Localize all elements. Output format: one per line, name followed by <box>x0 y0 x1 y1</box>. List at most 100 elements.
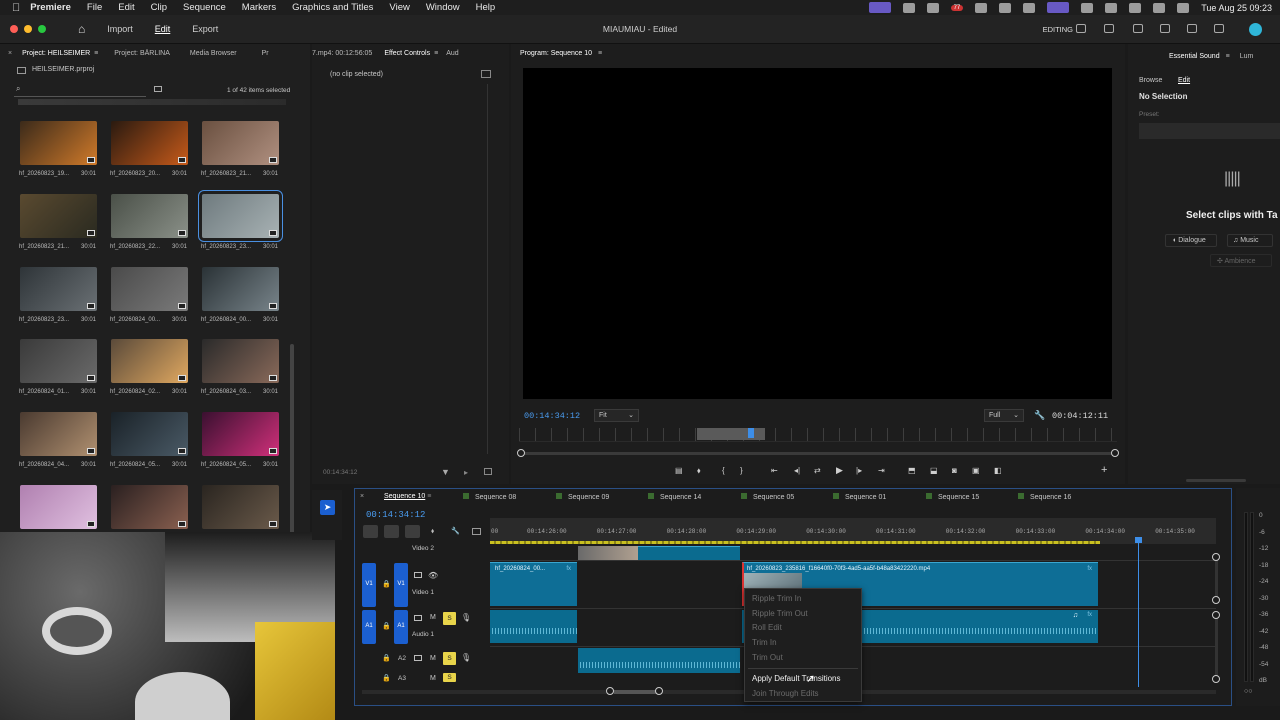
tab-project-barlina[interactable]: Project: BÄRLINA <box>114 50 170 57</box>
solo-meter-icon[interactable]: ○○ <box>1244 688 1252 695</box>
playhead-handle[interactable] <box>1135 537 1142 543</box>
share-icon[interactable] <box>1105 2 1118 13</box>
panel-menu-icon[interactable] <box>481 70 491 78</box>
mic-icon[interactable]: 🎙 <box>461 613 471 622</box>
resolution-dropdown[interactable]: Full ⌄ <box>984 409 1024 422</box>
add-button-icon[interactable]: + <box>1101 464 1107 476</box>
scroll-thumb[interactable] <box>614 690 658 694</box>
clip-thumbnail[interactable] <box>202 485 279 529</box>
target-v1-button[interactable]: V1 <box>394 563 408 607</box>
menu-roll-edit[interactable]: Roll Edit <box>752 623 782 632</box>
tab-program[interactable]: Program: Sequence 10 <box>520 50 592 57</box>
cloud-icon[interactable] <box>926 2 939 13</box>
fit-dropdown[interactable]: Fit ⌄ <box>594 409 639 422</box>
lock-icon[interactable]: 🔒 <box>382 580 391 588</box>
workspace-label[interactable]: EDITING <box>1043 25 1073 34</box>
menu-markers[interactable]: Markers <box>242 2 276 13</box>
mute-a3-button[interactable]: M <box>430 675 436 682</box>
menu-edit[interactable]: Edit <box>118 2 134 13</box>
zoom-handle-left[interactable] <box>517 449 525 457</box>
solo-a1-button[interactable]: S <box>443 612 456 625</box>
camera-icon[interactable]: ◙ <box>952 466 957 475</box>
menu-ripple-trim-out[interactable]: Ripple Trim Out <box>752 609 808 618</box>
tab-sequence[interactable]: Sequence 09 <box>556 493 609 501</box>
app-menu[interactable]: Premiere <box>30 2 71 13</box>
mark-out-icon[interactable]: } <box>740 466 743 475</box>
tab-essential-sound[interactable]: Essential Sound <box>1169 53 1220 60</box>
tab-browse[interactable]: Browse <box>1139 77 1162 84</box>
go-to-in-icon[interactable]: ⇤ <box>771 466 778 475</box>
clip-thumbnail[interactable] <box>20 267 97 311</box>
vscroll-handle[interactable] <box>1212 553 1220 561</box>
fullscreen-icon[interactable] <box>1214 24 1224 33</box>
menu-apply-default-transitions[interactable]: Apply Default Transitions <box>752 674 841 683</box>
notification-badge[interactable]: 77 <box>950 4 964 11</box>
solo-a2-button[interactable]: S <box>443 652 456 665</box>
search-icon[interactable] <box>1153 2 1166 13</box>
clip-thumbnail[interactable] <box>198 190 283 242</box>
vscroll-handle[interactable] <box>1212 611 1220 619</box>
program-timecode[interactable]: 00:14:34:12 <box>524 411 580 421</box>
wrench-icon[interactable]: 🔧 <box>451 527 460 535</box>
workspace-icon[interactable] <box>1076 24 1086 33</box>
eye-icon[interactable]: 👁 <box>428 571 438 580</box>
menu-view[interactable]: View <box>389 2 409 13</box>
tab-pr[interactable]: Pr <box>262 50 269 57</box>
program-playhead[interactable] <box>748 428 754 438</box>
quick-export-icon[interactable] <box>1104 24 1114 33</box>
notifications-icon[interactable] <box>1187 24 1197 33</box>
clip-thumbnail[interactable] <box>111 485 188 529</box>
extract-icon[interactable]: ⬓ <box>930 466 938 475</box>
lock-icon[interactable]: 🔒 <box>382 674 391 682</box>
ham-icon[interactable]: ≡ <box>94 50 98 57</box>
sync-icon[interactable] <box>414 615 422 621</box>
scroll-handle-right[interactable] <box>655 687 663 695</box>
tab-sequence[interactable]: Sequence 14 <box>648 493 701 501</box>
search-input[interactable]: ⌕ <box>14 84 146 97</box>
panels-icon[interactable] <box>1133 24 1143 33</box>
play-circle-icon[interactable] <box>999 2 1012 13</box>
linked-selection-icon[interactable] <box>384 525 399 538</box>
menu-window[interactable]: Window <box>426 2 460 13</box>
panel-scrollbar[interactable] <box>1186 479 1246 482</box>
clip-thumbnail[interactable] <box>111 412 188 456</box>
tab-sequence[interactable]: Sequence 16 <box>1018 493 1071 501</box>
control-center-icon[interactable] <box>1177 2 1190 13</box>
tab-audio[interactable]: Aud <box>446 50 458 57</box>
nest-icon[interactable] <box>405 525 420 538</box>
preset-dropdown[interactable] <box>1139 123 1280 139</box>
close-window-button[interactable] <box>10 25 18 33</box>
wifi-icon[interactable] <box>1129 2 1142 13</box>
mark-in-icon[interactable]: { <box>722 466 725 475</box>
vscroll-handle[interactable] <box>1212 596 1220 604</box>
wrench-icon[interactable]: 🔧 <box>1034 410 1045 421</box>
clip-thumbnail[interactable] <box>111 339 188 383</box>
lock-icon[interactable]: 🔒 <box>382 654 391 662</box>
window-icon[interactable] <box>1047 2 1070 13</box>
tab-sequence[interactable]: Sequence 05 <box>741 493 794 501</box>
mic-icon[interactable]: 🎙 <box>461 653 471 662</box>
clip-thumbnail[interactable] <box>202 412 279 456</box>
menu-trim-out[interactable]: Trim Out <box>752 653 783 662</box>
ambience-button[interactable]: ✣ Ambience <box>1210 254 1272 267</box>
go-to-out-icon[interactable]: ⇥ <box>878 466 885 475</box>
tab-edit[interactable]: Edit <box>155 24 171 34</box>
step-forward-icon[interactable]: |▸ <box>856 466 862 475</box>
mute-a1-button[interactable]: M <box>430 614 436 621</box>
captions-icon[interactable] <box>472 528 481 535</box>
mute-a2-button[interactable]: M <box>430 655 436 662</box>
clip-thumbnail[interactable] <box>20 194 97 238</box>
filter-icon[interactable]: ▼ <box>441 467 450 477</box>
clip-thumbnail[interactable] <box>202 267 279 311</box>
ham-icon[interactable]: ≡ <box>434 50 438 57</box>
clip-thumbnail[interactable] <box>202 121 279 165</box>
zoom-window-button[interactable] <box>38 25 46 33</box>
zoom-scrollbar[interactable] <box>517 449 1119 457</box>
display-icon[interactable] <box>902 2 915 13</box>
program-video-frame[interactable] <box>523 68 1112 399</box>
audio1-clip-1[interactable] <box>490 610 577 643</box>
dialogue-button[interactable]: ◖ Dialogue <box>1165 234 1217 247</box>
export-icon[interactable] <box>484 468 492 475</box>
close-icon[interactable]: × <box>360 493 364 500</box>
menu-trim-in[interactable]: Trim In <box>752 638 777 647</box>
